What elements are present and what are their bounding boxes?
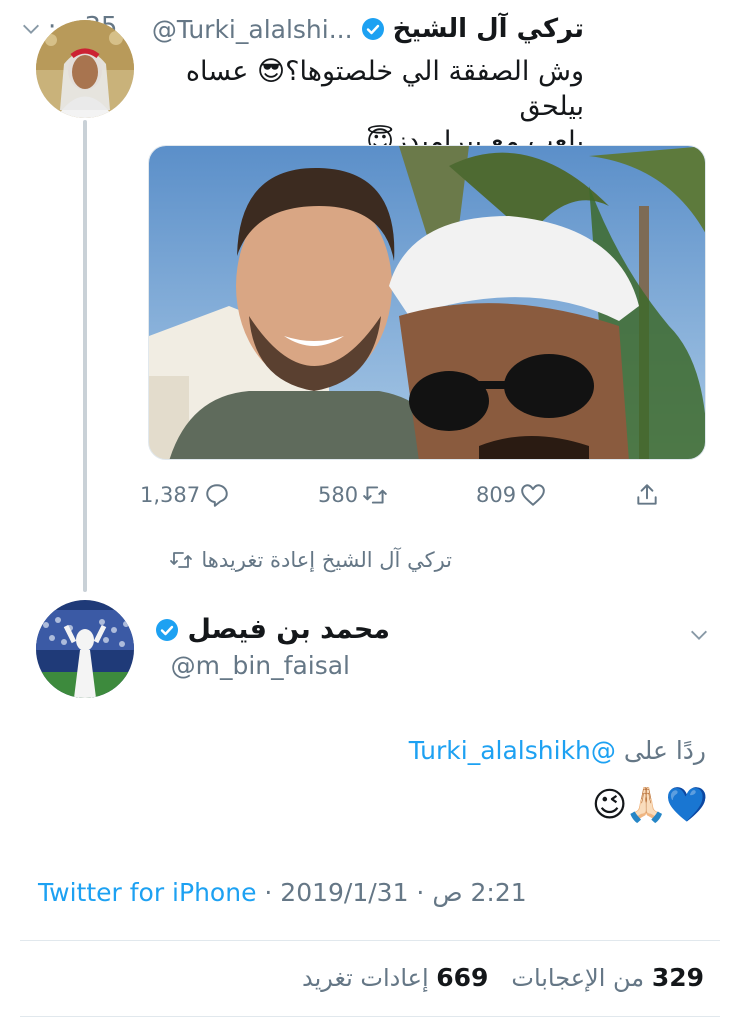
tweet-source-link[interactable]: Twitter for iPhone <box>38 878 256 907</box>
divider <box>20 1016 720 1017</box>
main-tweet-display-name[interactable]: محمد بن فيصل <box>187 614 390 645</box>
tweet-meta-row: Twitter for iPhone · 2019/1/31 · 2:21 ص <box>38 878 527 907</box>
share-icon <box>637 484 657 505</box>
retweeted-by-label: تركي آل الشيخ إعادة تغريدها <box>201 548 452 572</box>
share-button[interactable] <box>634 482 660 508</box>
retweet-icon <box>170 552 193 568</box>
meta-separator: · <box>408 878 433 907</box>
parent-tweet-display-name[interactable]: تركي آل الشيخ <box>393 14 584 44</box>
reply-button[interactable]: 1,387 <box>140 482 230 508</box>
reply-count: 1,387 <box>140 483 201 507</box>
retweet-button[interactable]: 580 <box>318 482 388 508</box>
chevron-down-icon[interactable] <box>20 18 42 44</box>
verified-badge-icon <box>155 618 179 642</box>
thread-connector-line <box>83 120 87 592</box>
main-tweet-name-row: محمد بن فيصل <box>155 614 390 645</box>
meta-separator: · <box>256 878 281 907</box>
likes-value: 329 <box>651 963 704 992</box>
retweets-value: 669 <box>436 963 489 992</box>
like-count: 809 <box>476 483 517 507</box>
parent-tweet-actions: 1,387 580 809 <box>140 475 660 515</box>
retweets-label: إعادات تغريد <box>301 964 429 992</box>
parent-tweet-header: @Turki_alalshi... تركي آل الشيخ <box>152 12 584 46</box>
reply-to-line: ردًا على @Turki_alalshikh <box>409 736 706 765</box>
parent-tweet-handle[interactable]: @Turki_alalshi... <box>152 15 353 44</box>
tweet-photo[interactable] <box>148 145 706 460</box>
main-tweet-avatar[interactable] <box>36 600 134 698</box>
divider <box>20 940 720 941</box>
reply-to-handle-link[interactable]: @Turki_alalshikh <box>409 736 616 765</box>
main-tweet-text: 😉🙏🏻💙 <box>591 785 708 825</box>
parent-tweet-text-line1: وش الصفقة الي خلصتوها؟😎 عساه بيلحق <box>185 56 584 122</box>
reply-to-prefix: ردًا على <box>623 736 706 765</box>
tweet-stats-row: 329 من الإعجابات 669 إعادات تغريد <box>302 963 704 992</box>
retweeted-by-row[interactable]: تركي آل الشيخ إعادة تغريدها <box>169 548 452 572</box>
verified-badge-icon <box>361 17 385 41</box>
chevron-down-icon[interactable] <box>688 624 710 650</box>
reply-icon <box>206 484 228 507</box>
retweet-count: 580 <box>318 483 359 507</box>
main-tweet-handle[interactable]: @m_bin_faisal <box>171 651 350 680</box>
likes-label: من الإعجابات <box>511 964 645 992</box>
parent-tweet-text: وش الصفقة الي خلصتوها؟😎 عساه بيلحق يلعب … <box>164 54 584 159</box>
retweet-icon <box>363 486 387 504</box>
parent-avatar[interactable] <box>36 20 134 118</box>
like-button[interactable]: 809 <box>476 482 546 508</box>
tweet-time: 2:21 ص <box>432 878 527 907</box>
likes-stat[interactable]: 329 من الإعجابات <box>511 963 704 992</box>
retweets-stat[interactable]: 669 إعادات تغريد <box>301 963 489 992</box>
like-icon <box>521 484 545 506</box>
tweet-date: 2019/1/31 <box>280 878 409 907</box>
